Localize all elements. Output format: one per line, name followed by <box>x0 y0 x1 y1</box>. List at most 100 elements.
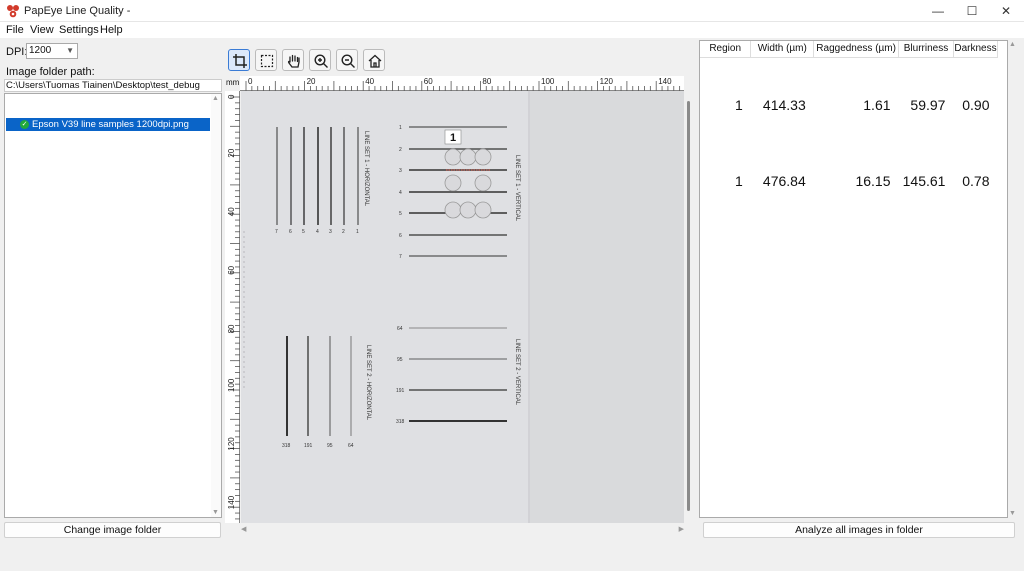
file-list-scrollbar[interactable]: ▲ ▼ <box>211 94 221 517</box>
cell-blurriness: 145.61 <box>902 173 946 189</box>
scroll-up-icon[interactable]: ▲ <box>212 95 219 102</box>
zoom-out-icon <box>341 54 355 68</box>
list-item[interactable]: ✓ Epson V39 line samples 1200dpi.png <box>6 118 210 131</box>
ruler-tick-label: 100 <box>227 378 236 392</box>
ruler-tick-label: 140 <box>658 77 672 86</box>
line-number: 2 <box>342 229 345 235</box>
line-number: 318 <box>396 419 405 425</box>
cell-blurriness: 59.97 <box>910 97 946 113</box>
dpi-select[interactable]: 1200 ▼ <box>26 43 78 59</box>
column-header-darkness[interactable]: Darkness <box>953 41 999 58</box>
rect-select-button[interactable] <box>255 49 277 71</box>
close-button[interactable]: ✕ <box>989 0 1023 22</box>
cell-raggedness: 16.15 <box>855 173 891 189</box>
line-number: 4 <box>316 229 319 235</box>
results-panel: Region Width (µm) Raggedness (µm) Blurri… <box>699 40 1008 518</box>
ruler-tick-label: 20 <box>307 77 316 86</box>
left-panel: DPI: 1200 ▼ Image folder path: C:\Users\… <box>0 38 224 571</box>
window-title: PapEye Line Quality - <box>24 5 131 17</box>
home-icon <box>368 54 382 68</box>
menu-bar: File View Settings Help <box>0 22 1024 38</box>
scroll-down-icon[interactable]: ▼ <box>1009 510 1016 517</box>
line-number: 5 <box>399 211 402 217</box>
line-number: 3 <box>329 229 332 235</box>
column-header-raggedness[interactable]: Raggedness (µm) <box>813 41 900 58</box>
column-header-width[interactable]: Width (µm) <box>750 41 815 58</box>
pan-button[interactable] <box>282 49 304 71</box>
minimize-button[interactable]: — <box>921 0 955 22</box>
ruler-tick-label: 60 <box>227 265 236 274</box>
scroll-up-icon[interactable]: ▲ <box>1009 41 1016 48</box>
line-number: 95 <box>397 357 403 363</box>
dashed-rectangle-icon <box>260 54 274 68</box>
crop-tool-button[interactable] <box>228 49 250 71</box>
line-number: 6 <box>399 233 402 239</box>
menu-file[interactable]: File <box>6 24 24 36</box>
cell-raggedness: 1.61 <box>863 97 891 113</box>
chevron-down-icon: ▼ <box>66 46 74 55</box>
ruler-tick-label: 100 <box>541 77 555 86</box>
ruler-unit: mm <box>226 78 240 87</box>
ruler-left: 0 20 40 60 80 100 120 140 <box>225 91 240 523</box>
set1-vertical-label: LINE SET 1 - VERTICAL <box>514 155 520 222</box>
region-label: 1 <box>450 132 456 144</box>
image-file-list[interactable]: ✓ Epson V39 line samples 1200dpi.png ▲ ▼ <box>4 93 222 518</box>
line-number: 4 <box>399 190 402 196</box>
line-number: 6 <box>289 229 292 235</box>
maximize-button[interactable]: ☐ <box>955 0 989 22</box>
cell-darkness: 0.78 <box>962 173 990 189</box>
cell-region: 1 <box>735 173 743 189</box>
canvas-vertical-scrollbar[interactable] <box>684 91 694 523</box>
analyze-all-button[interactable]: Analyze all images in folder <box>703 522 1015 538</box>
line-number: 5 <box>302 229 305 235</box>
file-name: Epson V39 line samples 1200dpi.png <box>32 119 189 130</box>
change-folder-button[interactable]: Change image folder <box>4 522 221 538</box>
home-button[interactable] <box>363 49 385 71</box>
line-number: 7 <box>399 254 402 260</box>
ruler-tick-label: 20 <box>227 148 236 157</box>
results-table: Region Width (µm) Raggedness (µm) Blurri… <box>700 41 999 189</box>
folder-path-label: Image folder path: <box>6 66 95 78</box>
column-header-region[interactable]: Region <box>700 41 752 58</box>
scroll-left-icon[interactable]: ◀ <box>241 525 246 533</box>
column-header-blurriness[interactable]: Blurriness <box>898 41 954 58</box>
crop-icon <box>233 54 247 68</box>
zoom-out-button[interactable] <box>336 49 358 71</box>
ruler-tick-label: 80 <box>227 324 236 333</box>
cell-darkness: 0.90 <box>962 97 990 113</box>
table-row[interactable]: 1 414.33 1.61 59.97 0.90 <box>700 97 998 113</box>
folder-path-field[interactable]: C:\Users\Tuomas Tiainen\Desktop\test_deb… <box>4 79 222 92</box>
ruler-tick-label: 140 <box>227 495 236 509</box>
cell-width: 476.84 <box>762 173 806 189</box>
line-number: 2 <box>399 147 402 153</box>
ruler-tick-label: 0 <box>227 94 236 99</box>
scrollbar-thumb[interactable] <box>687 101 690 511</box>
canvas-horizontal-scrollbar[interactable]: ◀ ▶ <box>241 525 684 535</box>
ruler-tick-label: 60 <box>424 77 433 86</box>
line-number: 318 <box>282 443 291 449</box>
table-row[interactable]: 1 476.84 16.15 145.61 0.78 <box>700 173 998 189</box>
check-circle-icon: ✓ <box>20 120 29 129</box>
dpi-value: 1200 <box>29 45 52 56</box>
line-number: 191 <box>304 443 313 449</box>
zoom-in-button[interactable] <box>309 49 331 71</box>
line-number: 1 <box>356 229 359 235</box>
line-number: 3 <box>399 168 402 174</box>
line-number: 64 <box>348 443 354 449</box>
line-number: 64 <box>397 326 403 332</box>
line-number: 95 <box>327 443 333 449</box>
results-scrollbar[interactable]: ▲ ▼ <box>1008 40 1018 518</box>
cell-width: 414.33 <box>762 97 806 113</box>
scroll-right-icon[interactable]: ▶ <box>679 525 684 533</box>
scroll-down-icon[interactable]: ▼ <box>212 509 219 516</box>
ruler-tick-label: 120 <box>227 437 236 451</box>
title-bar: PapEye Line Quality - — ☐ ✕ <box>0 0 1024 22</box>
menu-help[interactable]: Help <box>100 24 123 36</box>
image-canvas[interactable]: 7 6 5 4 3 2 1 LINE SET 1 - HORIZONTAL 1 … <box>241 91 684 523</box>
cell-region: 1 <box>735 97 743 113</box>
hand-icon <box>287 54 300 68</box>
menu-view[interactable]: View <box>30 24 54 36</box>
menu-settings[interactable]: Settings <box>59 24 99 36</box>
set1-horizontal-label: LINE SET 1 - HORIZONTAL <box>363 131 369 207</box>
ruler-top: 0 20 40 60 80 100 120 140 <box>240 76 684 91</box>
